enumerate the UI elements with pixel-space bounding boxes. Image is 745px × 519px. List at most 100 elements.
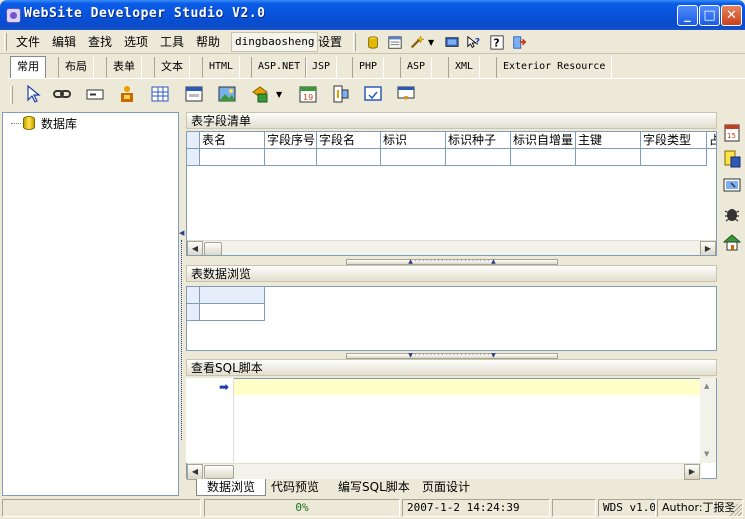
database-icon[interactable]	[364, 34, 382, 51]
column-header[interactable]: 标识	[381, 132, 446, 149]
tab-text[interactable]: 文本	[154, 57, 190, 78]
calendar-icon[interactable]: 19	[298, 84, 318, 104]
table-cell[interactable]	[641, 149, 707, 166]
chevron-down-icon[interactable]: ▼	[276, 90, 282, 99]
tab-layout[interactable]: 布局	[58, 57, 94, 78]
link-icon[interactable]	[52, 84, 72, 104]
row-indicator[interactable]	[187, 149, 200, 166]
shapes-icon[interactable]	[250, 84, 270, 104]
wand-icon[interactable]	[408, 34, 426, 51]
tab-aspnet[interactable]: ASP.NET	[251, 57, 308, 78]
column-header[interactable]: 表名	[200, 132, 265, 149]
tab-html[interactable]: HTML	[202, 57, 241, 78]
monitor-icon[interactable]	[443, 34, 461, 51]
column-header[interactable]: 占	[707, 132, 716, 149]
row-indicator[interactable]	[187, 304, 200, 321]
menu-grip[interactable]	[4, 33, 7, 51]
scroll-left-icon[interactable]: ◀	[187, 241, 203, 255]
menu-find[interactable]: 查找	[84, 33, 116, 51]
tab-php[interactable]: PHP	[352, 57, 385, 78]
resize-grip[interactable]	[730, 504, 742, 516]
minimize-button[interactable]: _	[677, 5, 698, 26]
tab-code-preview[interactable]: 代码预览	[261, 479, 329, 496]
table-cell[interactable]	[265, 149, 317, 166]
column-header[interactable]: 标识自增量	[511, 132, 576, 149]
tab-data-browse[interactable]: 数据浏览	[196, 479, 267, 496]
maximize-button[interactable]: □	[699, 5, 720, 26]
textbox-icon[interactable]	[85, 84, 105, 104]
calendar-icon[interactable]: 15	[722, 122, 742, 144]
sql-hscrollbar[interactable]: ◀ ▶	[187, 463, 701, 480]
title-bar[interactable]: WebSite Developer Studio V2.0 _ □ ✕	[0, 0, 745, 30]
scroll-up-icon[interactable]: ▲	[704, 382, 709, 390]
scroll-left-icon[interactable]: ◀	[187, 464, 203, 480]
table-icon[interactable]	[150, 84, 170, 104]
menu-options[interactable]: 选项	[120, 33, 152, 51]
menu-edit[interactable]: 编辑	[48, 33, 80, 51]
window-icon[interactable]	[363, 84, 383, 104]
toolbar-grip[interactable]	[353, 33, 356, 51]
scroll-thumb[interactable]	[204, 465, 234, 479]
sql-vscrollbar[interactable]: ▲ ▼	[700, 378, 716, 463]
home-icon[interactable]	[722, 231, 742, 253]
tab-common[interactable]: 常用	[10, 56, 46, 78]
scroll-thumb[interactable]	[204, 242, 222, 255]
column-header[interactable]: 标识种子	[446, 132, 511, 149]
monitor-icon[interactable]	[722, 175, 742, 197]
help-icon[interactable]: ?	[488, 34, 506, 51]
vertical-splitter[interactable]: ◀	[179, 112, 185, 496]
column-header[interactable]	[200, 287, 265, 304]
pointer-icon[interactable]	[22, 84, 42, 104]
sql-current-line[interactable]	[234, 379, 700, 395]
close-button[interactable]: ✕	[721, 5, 742, 26]
chevron-down-icon[interactable]: ▼	[428, 38, 434, 47]
component-icon[interactable]	[117, 84, 137, 104]
current-line-arrow-icon: ➡	[219, 380, 230, 394]
table-cell[interactable]	[576, 149, 641, 166]
tab-asp[interactable]: ASP	[400, 57, 433, 78]
save-form-icon[interactable]	[396, 84, 416, 104]
user-name[interactable]: dingbaosheng	[231, 32, 319, 52]
form-icon[interactable]	[184, 84, 204, 104]
splitter-arrow-icon[interactable]: ◀	[179, 230, 184, 237]
fields-grid[interactable]: 表名 字段序号 字段名 标识 标识种子 标识自增量 主键 字段类型 占 ◀ ▶	[186, 131, 717, 256]
progress-bar: 0%	[204, 499, 400, 517]
menu-help[interactable]: 帮助	[192, 33, 224, 51]
column-header[interactable]: 字段序号	[265, 132, 317, 149]
column-header[interactable]: 主键	[576, 132, 641, 149]
table-cell[interactable]	[381, 149, 446, 166]
scroll-right-icon[interactable]: ▶	[700, 241, 716, 255]
layout-icon[interactable]	[331, 84, 351, 104]
column-header[interactable]: 字段类型	[641, 132, 707, 149]
document-icon[interactable]	[386, 34, 404, 51]
table-cell[interactable]	[511, 149, 576, 166]
tab-form[interactable]: 表单	[106, 57, 142, 78]
tree-item-database[interactable]: 数据库	[41, 115, 77, 132]
toolbar-grip[interactable]	[10, 86, 13, 104]
help-pointer-icon[interactable]: ?	[465, 34, 483, 51]
server-icon[interactable]	[722, 148, 742, 170]
bug-icon[interactable]	[722, 203, 742, 225]
column-header[interactable]: 字段名	[317, 132, 381, 149]
tab-exterior-resource[interactable]: Exterior Resource	[496, 57, 613, 78]
tab-write-sql[interactable]: 编写SQL脚本	[328, 479, 420, 496]
exit-icon[interactable]	[510, 34, 528, 51]
tab-page-design[interactable]: 页面设计	[412, 479, 480, 496]
app-icon[interactable]	[6, 8, 21, 23]
status-message	[2, 499, 201, 517]
fields-hscrollbar[interactable]: ◀ ▶	[187, 240, 716, 255]
tab-xml[interactable]: XML	[448, 57, 481, 78]
menu-tools[interactable]: 工具	[156, 33, 188, 51]
tab-jsp[interactable]: JSP	[305, 57, 338, 78]
table-cell[interactable]	[200, 304, 265, 321]
scroll-right-icon[interactable]: ▶	[684, 464, 700, 480]
menu-file[interactable]: 文件	[12, 33, 44, 51]
data-grid[interactable]	[186, 286, 717, 351]
table-cell[interactable]	[317, 149, 381, 166]
image-icon[interactable]	[217, 84, 237, 104]
table-cell[interactable]	[200, 149, 265, 166]
menu-settings[interactable]: 设置	[314, 33, 346, 51]
scroll-down-icon[interactable]: ▼	[704, 450, 709, 458]
table-cell[interactable]	[446, 149, 511, 166]
database-tree[interactable]: 数据库	[2, 112, 179, 496]
